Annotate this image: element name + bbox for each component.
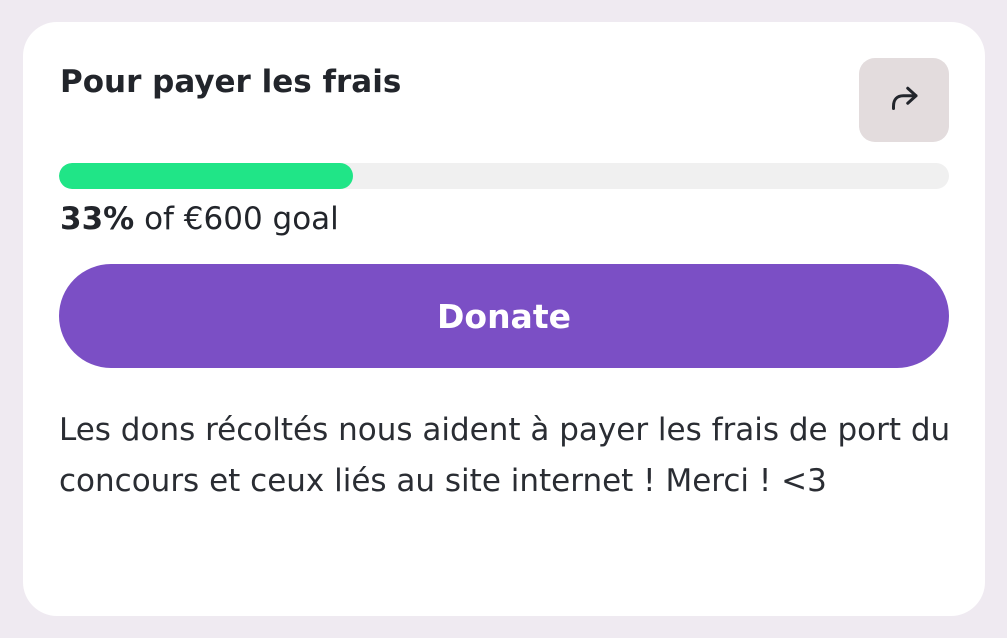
- goal-percent: 33%: [60, 201, 135, 237]
- donate-button[interactable]: Donate: [59, 264, 949, 368]
- goal-amount: of €600 goal: [144, 201, 339, 237]
- progress-fill: [59, 163, 353, 189]
- share-arrow-icon: [886, 80, 922, 120]
- donation-card: Pour payer les frais 33% of €600 goal Do…: [23, 22, 985, 616]
- goal-text: 33% of €600 goal: [60, 198, 339, 240]
- share-button[interactable]: [859, 58, 949, 142]
- card-title: Pour payer les frais: [60, 64, 402, 100]
- progress-bar: [59, 163, 949, 189]
- description-text: Les dons récoltés nous aident à payer le…: [59, 412, 951, 499]
